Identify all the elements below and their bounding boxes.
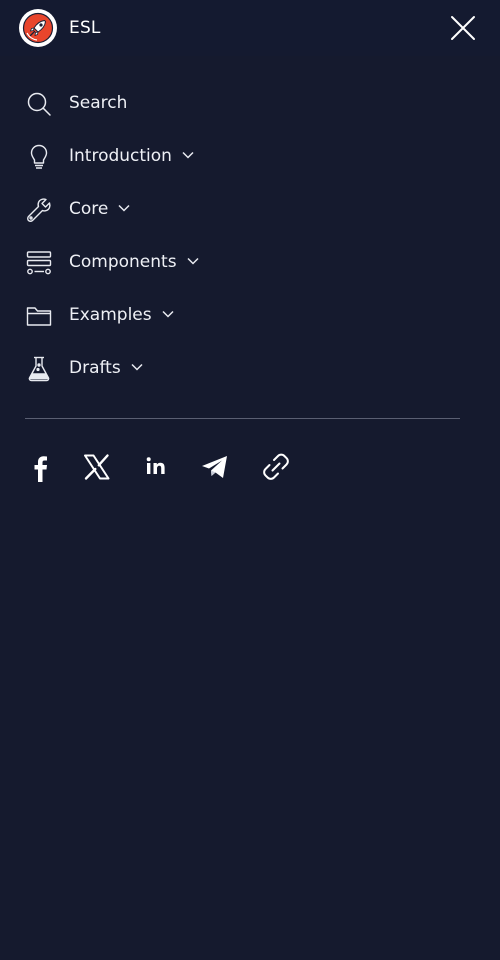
nav-item-examples[interactable]: Examples xyxy=(0,289,500,342)
flask-icon xyxy=(26,356,52,382)
nav-item-introduction[interactable]: Introduction xyxy=(0,130,500,183)
telegram-icon xyxy=(202,456,227,478)
x-twitter-icon xyxy=(84,454,110,480)
esl-rocket-logo-icon xyxy=(19,9,57,47)
nav-item-label: Components xyxy=(69,252,177,272)
chevron-down-icon xyxy=(131,363,143,371)
linkedin-icon xyxy=(146,457,165,474)
divider xyxy=(25,418,460,419)
nav-item-core[interactable]: Core xyxy=(0,183,500,236)
components-icon xyxy=(26,250,52,276)
brand-name: ESL xyxy=(69,18,101,38)
nav-item-search[interactable]: Search xyxy=(0,77,500,130)
sidebar-nav: Search Introduction Core Components Exam… xyxy=(0,77,500,395)
close-icon xyxy=(451,16,475,40)
facebook-icon xyxy=(34,456,47,484)
close-button[interactable] xyxy=(448,13,478,43)
folder-icon xyxy=(26,303,52,329)
mobile-menu: ESL Search Introduction Core Components … xyxy=(0,0,500,960)
search-icon xyxy=(26,91,52,117)
chevron-down-icon xyxy=(118,204,130,212)
nav-item-drafts[interactable]: Drafts xyxy=(0,342,500,395)
wrench-icon xyxy=(26,197,52,223)
facebook-link[interactable] xyxy=(25,452,55,484)
chevron-down-icon xyxy=(187,257,199,265)
x-twitter-link[interactable] xyxy=(82,452,112,482)
nav-item-label: Examples xyxy=(69,305,152,325)
menu-header: ESL xyxy=(0,0,500,56)
copy-link-button[interactable] xyxy=(261,452,291,482)
nav-item-label: Search xyxy=(69,93,128,113)
social-links xyxy=(0,450,500,486)
linkedin-link[interactable] xyxy=(142,452,172,482)
chevron-down-icon xyxy=(162,310,174,318)
chevron-down-icon xyxy=(182,151,194,159)
lightbulb-icon xyxy=(26,144,52,170)
telegram-link[interactable] xyxy=(200,452,230,482)
nav-item-label: Drafts xyxy=(69,358,121,378)
nav-item-label: Introduction xyxy=(69,146,172,166)
copy-link-icon xyxy=(263,453,289,480)
nav-item-components[interactable]: Components xyxy=(0,236,500,289)
brand-link[interactable]: ESL xyxy=(19,9,101,47)
nav-item-label: Core xyxy=(69,199,109,219)
